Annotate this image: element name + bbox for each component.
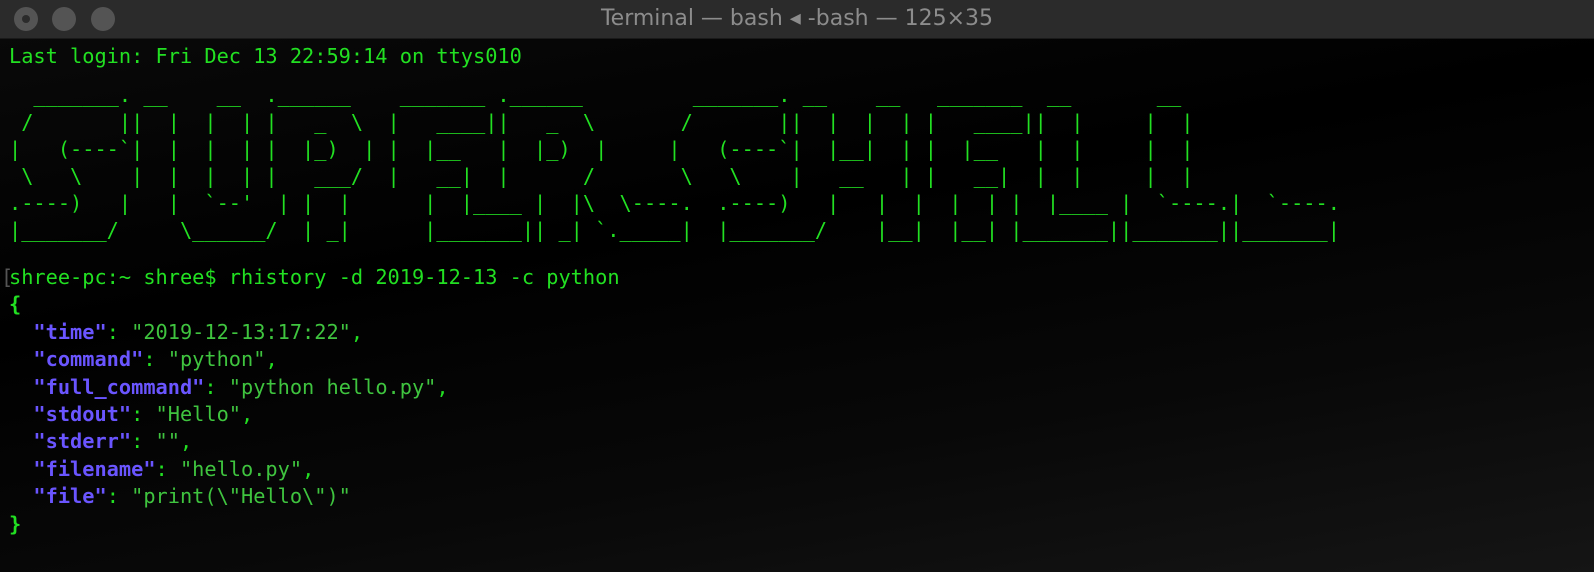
terminal-content[interactable]: Last login: Fri Dec 13 22:59:14 on ttys0… <box>0 40 1594 572</box>
json-comma: , <box>436 374 449 399</box>
json-value: "python" <box>167 347 266 372</box>
command-line[interactable]: shree-pc:~ shree$ rhistory -d 2019-12-13… <box>9 264 620 291</box>
json-key: "stdout" <box>33 401 132 426</box>
json-comma: , <box>179 429 193 454</box>
json-field-line: "full_command": "python hello.py", <box>9 374 449 401</box>
json-colon: : <box>143 347 168 372</box>
json-field-line: "filename": "hello.py", <box>9 456 314 483</box>
json-key: "stderr" <box>33 429 132 454</box>
json-comma: , <box>350 320 364 344</box>
json-comma: , <box>302 456 315 481</box>
title-bar[interactable]: Terminal — bash ◂ -bash — 125×35 <box>0 0 1594 39</box>
json-field-line: "file": "print(\"Hello\")" <box>9 483 351 510</box>
json-field-line: "stderr": "", <box>9 428 192 455</box>
json-key: "full_command" <box>33 374 205 399</box>
json-colon: : <box>131 401 156 426</box>
json-colon: : <box>155 456 180 481</box>
json-colon: : <box>131 429 156 454</box>
json-key: "file" <box>33 483 107 508</box>
json-close-brace: } <box>9 512 22 536</box>
json-colon: : <box>106 320 132 344</box>
json-field-line: "time": "2019-12-13:17:22", <box>9 319 363 346</box>
typed-command: rhistory -d 2019-12-13 -c python <box>228 265 620 289</box>
json-open-brace: { <box>9 292 22 316</box>
json-value: "python hello.py" <box>228 374 437 399</box>
window-title: Terminal — bash ◂ -bash — 125×35 <box>600 6 994 31</box>
json-colon: : <box>106 483 132 508</box>
json-comma: , <box>241 401 254 426</box>
json-field-line: "command": "python", <box>9 346 278 373</box>
super-shell-banner: _______. __ __ .______ _______ .______ _… <box>9 83 1340 242</box>
json-value: "hello.py" <box>179 456 303 481</box>
terminal-window: Terminal — bash ◂ -bash — 125×35 Last lo… <box>0 0 1594 572</box>
json-key: "filename" <box>33 456 156 481</box>
json-key: "time" <box>33 320 107 344</box>
json-value: "Hello" <box>155 401 242 426</box>
json-field-line: "stdout": "Hello", <box>9 401 253 428</box>
last-login-line: Last login: Fri Dec 13 22:59:14 on ttys0… <box>9 44 522 68</box>
json-value: "2019-12-13:17:22" <box>131 320 351 344</box>
json-colon: : <box>204 374 229 399</box>
shell-prompt: shree-pc:~ shree$ <box>9 265 229 289</box>
json-value: "" <box>155 429 180 454</box>
json-comma: , <box>265 347 278 372</box>
json-key: "command" <box>33 347 144 372</box>
json-value: "print(\"Hello\")" <box>131 483 351 508</box>
